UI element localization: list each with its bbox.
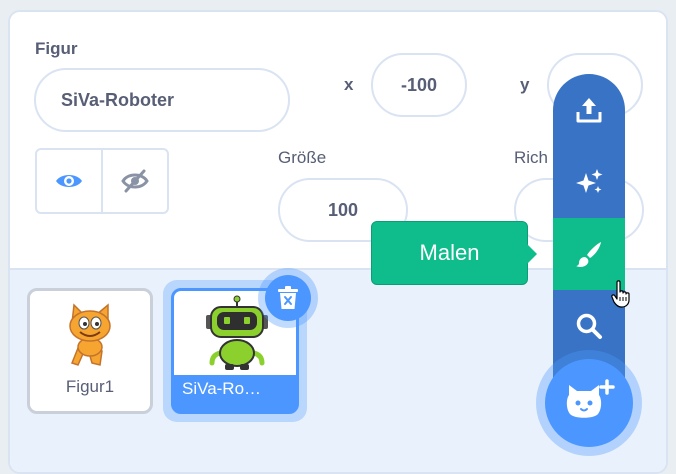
size-label: Größe bbox=[278, 148, 327, 167]
cat-sprite-thumbnail bbox=[69, 303, 111, 366]
tooltip-label: Malen bbox=[419, 240, 480, 265]
add-sprite-menu bbox=[553, 74, 625, 384]
tooltip-arrow bbox=[527, 244, 537, 264]
sprite-name: SiVa-Ro… bbox=[182, 379, 262, 398]
eye-slash-icon bbox=[121, 169, 149, 193]
sprite-tile-figur1[interactable]: Figur1 bbox=[27, 288, 153, 414]
sprite-label: Figur bbox=[35, 39, 78, 58]
hide-sprite-button[interactable] bbox=[101, 150, 167, 212]
visibility-toggle bbox=[35, 148, 169, 214]
sprite-name: Figur1 bbox=[65, 377, 115, 396]
surprise-sparkle-icon bbox=[576, 169, 603, 193]
x-input[interactable]: -100 bbox=[371, 53, 467, 117]
delete-sprite-button[interactable] bbox=[265, 275, 311, 321]
x-value: -100 bbox=[400, 74, 438, 95]
paint-tooltip: Malen bbox=[371, 221, 528, 285]
y-label: y bbox=[520, 75, 530, 94]
surprise-sprite-button[interactable] bbox=[553, 146, 625, 218]
upload-sprite-button[interactable] bbox=[553, 74, 625, 146]
trash-icon bbox=[278, 286, 298, 309]
paint-brush-icon bbox=[576, 242, 601, 267]
hand-cursor bbox=[611, 280, 630, 308]
size-value: 100 bbox=[327, 199, 359, 220]
sprite-name-value: SiVa-Roboter bbox=[61, 89, 175, 110]
eye-icon bbox=[56, 175, 82, 187]
add-sprite-button[interactable] bbox=[545, 359, 633, 447]
x-label: x bbox=[344, 75, 354, 94]
search-icon bbox=[576, 313, 602, 339]
upload-icon bbox=[576, 98, 602, 123]
sprite-name-input[interactable]: SiVa-Roboter bbox=[34, 68, 290, 132]
cat-plus-icon bbox=[566, 379, 615, 418]
direction-label: Rich bbox=[514, 148, 549, 167]
show-sprite-button[interactable] bbox=[37, 150, 101, 212]
